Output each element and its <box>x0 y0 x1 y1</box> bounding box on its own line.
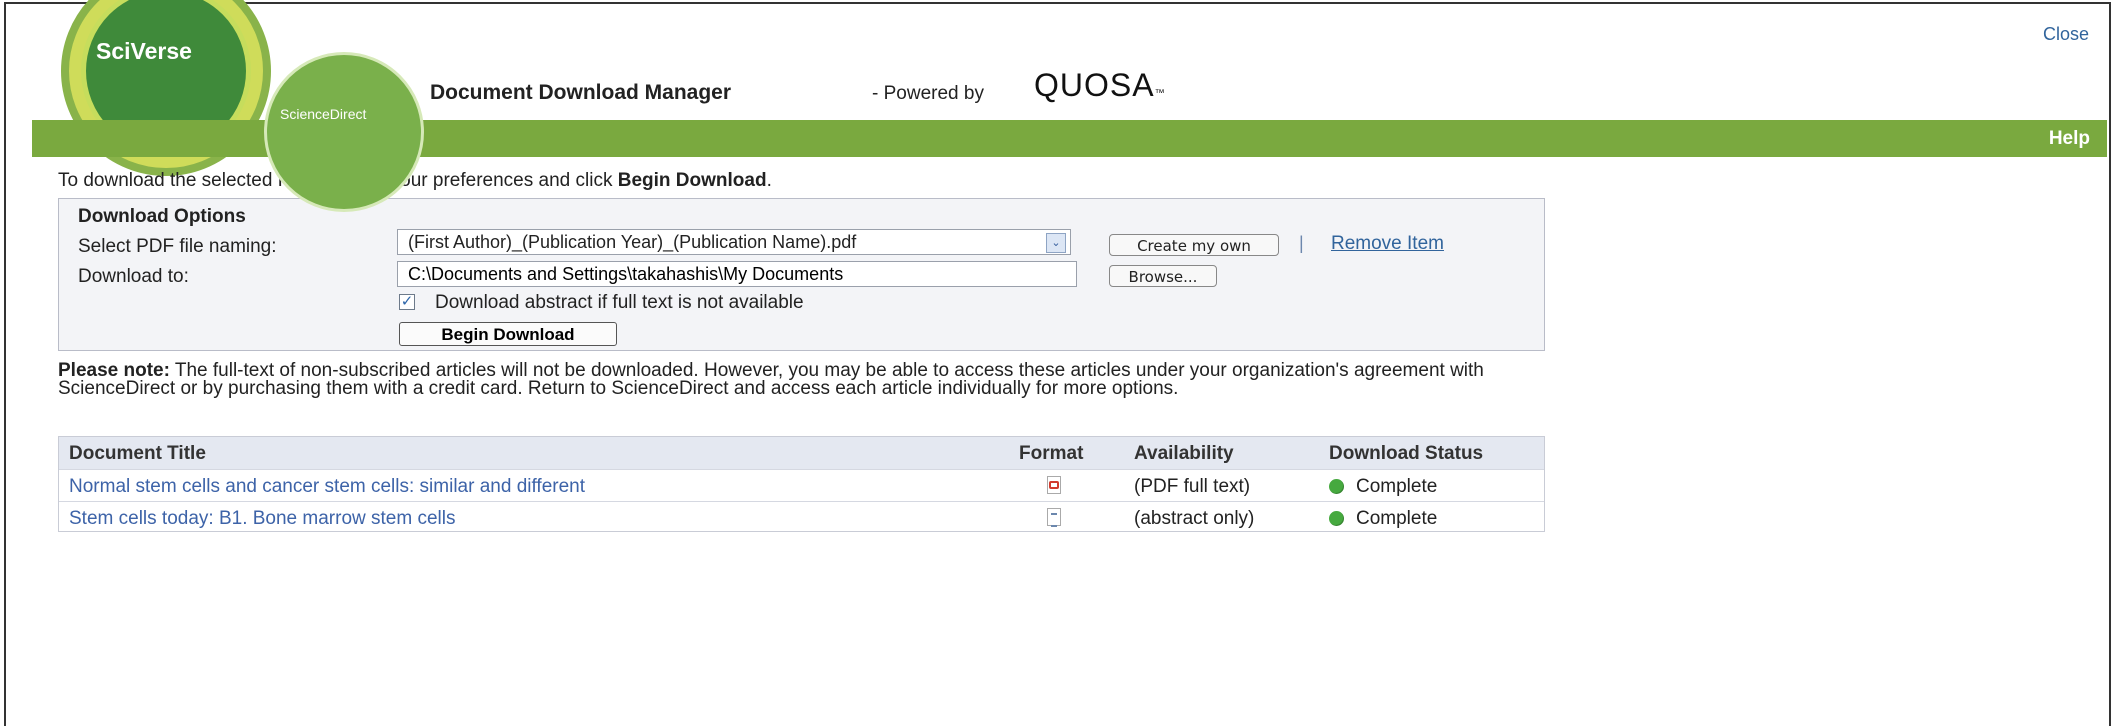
complete-status-icon <box>1329 511 1344 526</box>
pdf-icon <box>1047 476 1061 494</box>
download-to-label: Download to: <box>78 266 189 287</box>
download-status-text: Complete <box>1356 476 1438 497</box>
help-link[interactable]: Help <box>2049 128 2090 150</box>
availability-text: (PDF full text) <box>1134 476 1251 497</box>
note-text: The full-text of non-subscribed articles… <box>58 360 1484 399</box>
pdf-naming-select[interactable]: (First Author)_(Publication Year)_(Publi… <box>397 229 1071 255</box>
browse-button[interactable]: Browse... <box>1109 265 1217 287</box>
download-status-text: Complete <box>1356 508 1438 529</box>
download-options-panel: Download Options Select PDF file naming:… <box>58 198 1545 351</box>
intro-highlight: Begin Download <box>617 170 767 191</box>
download-options-title: Download Options <box>78 206 246 227</box>
column-document-title: Document Title <box>69 443 206 464</box>
column-availability: Availability <box>1134 443 1234 464</box>
complete-status-icon <box>1329 479 1344 494</box>
download-manager-window: SciVerse ScienceDirect Document Download… <box>4 0 2111 726</box>
pdf-naming-value: (First Author)_(Publication Year)_(Publi… <box>408 232 857 252</box>
page-title: Document Download Manager <box>430 81 732 104</box>
intro-suffix: . <box>766 170 772 191</box>
please-note-message: Please note: The full-text of non-subscr… <box>58 360 1548 399</box>
download-abstract-label: Download abstract if full text is not av… <box>435 292 804 313</box>
download-abstract-checkbox[interactable]: ✓ <box>399 294 415 310</box>
availability-text: (abstract only) <box>1134 508 1255 529</box>
begin-download-button[interactable]: Begin Download <box>399 322 617 346</box>
table-row: Stem cells today: B1. Bone marrow stem c… <box>59 501 1544 533</box>
document-title-link[interactable]: Stem cells today: B1. Bone marrow stem c… <box>69 508 455 530</box>
remove-item-link[interactable]: Remove Item <box>1331 233 1444 255</box>
table-row: Normal stem cells and cancer stem cells:… <box>59 469 1544 501</box>
intro-text: To download the selected PDFs, select yo… <box>58 170 772 192</box>
documents-table: Document Title Format Availability Downl… <box>58 436 1545 532</box>
powered-by-text: - Powered by <box>872 83 984 104</box>
sciencedirect-logo <box>264 52 424 212</box>
link-separator: | <box>1299 233 1304 253</box>
close-link[interactable]: Close <box>2043 24 2089 45</box>
table-header: Document Title Format Availability Downl… <box>59 437 1544 469</box>
column-format: Format <box>1019 443 1084 464</box>
column-download-status: Download Status <box>1329 443 1484 464</box>
sciverse-logo-text: SciVerse <box>96 38 192 64</box>
trademark-symbol: ™ <box>1154 88 1166 99</box>
download-path-input[interactable] <box>397 261 1077 287</box>
pdf-naming-label: Select PDF file naming: <box>78 236 277 257</box>
abstract-icon <box>1047 508 1061 527</box>
quosa-logo: QUOSA™ <box>1034 67 1166 104</box>
create-my-own-button[interactable]: Create my own <box>1109 234 1279 256</box>
sciencedirect-logo-text: ScienceDirect <box>280 106 367 122</box>
chevron-down-icon[interactable]: ⌄ <box>1046 233 1066 253</box>
quosa-name: QUOSA <box>1034 67 1155 103</box>
document-title-link[interactable]: Normal stem cells and cancer stem cells:… <box>69 476 585 498</box>
